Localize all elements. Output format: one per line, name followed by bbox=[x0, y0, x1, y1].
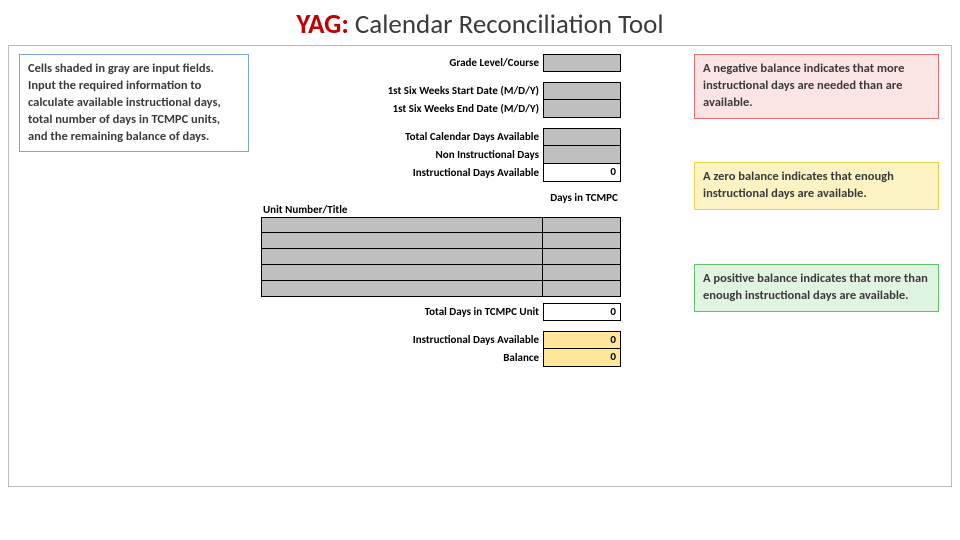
output-total-tcmpc: 0 bbox=[543, 303, 621, 321]
output-instructional-available: 0 bbox=[543, 164, 621, 182]
input-total-calendar[interactable] bbox=[543, 128, 621, 146]
label-instructional-available: Instructional Days Available bbox=[261, 164, 543, 182]
input-unit-days[interactable] bbox=[543, 233, 621, 249]
label-unit-title: Unit Number/Title bbox=[261, 190, 391, 216]
unit-grid bbox=[261, 217, 661, 297]
unit-row bbox=[261, 281, 661, 297]
label-grade: Grade Level/Course bbox=[261, 54, 543, 72]
input-grade[interactable] bbox=[543, 54, 621, 72]
input-unit-title[interactable] bbox=[261, 249, 543, 265]
label-non-instructional: Non Instructional Days bbox=[261, 146, 543, 164]
label-days-tcmpc: Days in TCMPC bbox=[545, 190, 623, 216]
input-unit-title[interactable] bbox=[261, 233, 543, 249]
unit-row bbox=[261, 249, 661, 265]
output-balance: 0 bbox=[543, 349, 621, 367]
input-unit-days[interactable] bbox=[543, 265, 621, 281]
input-non-instructional[interactable] bbox=[543, 146, 621, 164]
unit-row bbox=[261, 217, 661, 233]
label-end-date: 1st Six Weeks End Date (M/D/Y) bbox=[261, 100, 543, 118]
label-balance: Balance bbox=[261, 349, 543, 367]
label-instructional-available-2: Instructional Days Available bbox=[261, 331, 543, 349]
info-zero-balance: A zero balance indicates that enough ins… bbox=[694, 162, 939, 210]
output-instructional-available-2: 0 bbox=[543, 331, 621, 349]
input-unit-days[interactable] bbox=[543, 249, 621, 265]
info-negative-balance: A negative balance indicates that more i… bbox=[694, 54, 939, 119]
page-title: YAG: Calendar Reconciliation Tool bbox=[0, 0, 960, 45]
unit-row bbox=[261, 265, 661, 281]
label-total-calendar: Total Calendar Days Available bbox=[261, 128, 543, 146]
input-unit-title[interactable] bbox=[261, 217, 543, 233]
calc-sheet: Grade Level/Course 1st Six Weeks Start D… bbox=[261, 54, 661, 367]
input-unit-days[interactable] bbox=[543, 281, 621, 297]
title-prefix: YAG: bbox=[296, 8, 348, 41]
worksheet-frame: Cells shaded in gray are input fields. I… bbox=[8, 45, 952, 487]
label-start-date: 1st Six Weeks Start Date (M/D/Y) bbox=[261, 82, 543, 100]
input-end-date[interactable] bbox=[543, 100, 621, 118]
info-input-fields: Cells shaded in gray are input fields. I… bbox=[19, 54, 249, 152]
title-rest: Calendar Reconciliation Tool bbox=[349, 8, 664, 41]
label-total-tcmpc: Total Days in TCMPC Unit bbox=[261, 303, 543, 321]
input-start-date[interactable] bbox=[543, 82, 621, 100]
input-unit-days[interactable] bbox=[543, 217, 621, 233]
info-positive-balance: A positive balance indicates that more t… bbox=[694, 264, 939, 312]
input-unit-title[interactable] bbox=[261, 281, 543, 297]
input-unit-title[interactable] bbox=[261, 265, 543, 281]
unit-row bbox=[261, 233, 661, 249]
